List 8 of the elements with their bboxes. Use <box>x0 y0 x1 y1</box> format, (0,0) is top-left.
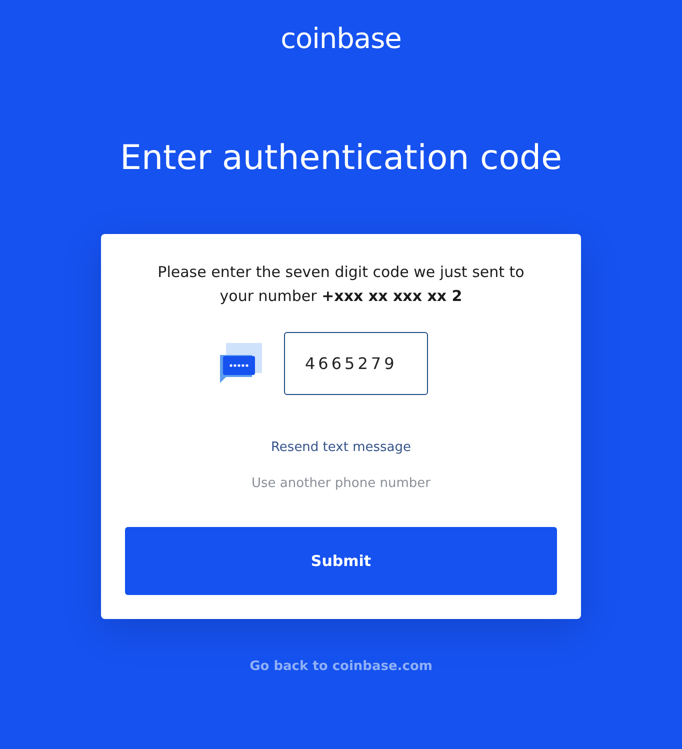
submit-button[interactable]: Submit <box>125 527 557 595</box>
chat-bubble-icon <box>220 342 262 384</box>
another-number-link[interactable]: Use another phone number <box>252 475 430 493</box>
page-title: Enter authentication code <box>120 138 562 178</box>
instructions-text: Please enter the seven digit code we just sent to your number +xxx xx xxx xx 2 <box>156 262 526 307</box>
resend-link[interactable]: Resend text message <box>270 439 412 457</box>
code-input-field[interactable]: 4665279 <box>284 332 428 395</box>
logo: coinbase <box>280 22 402 56</box>
